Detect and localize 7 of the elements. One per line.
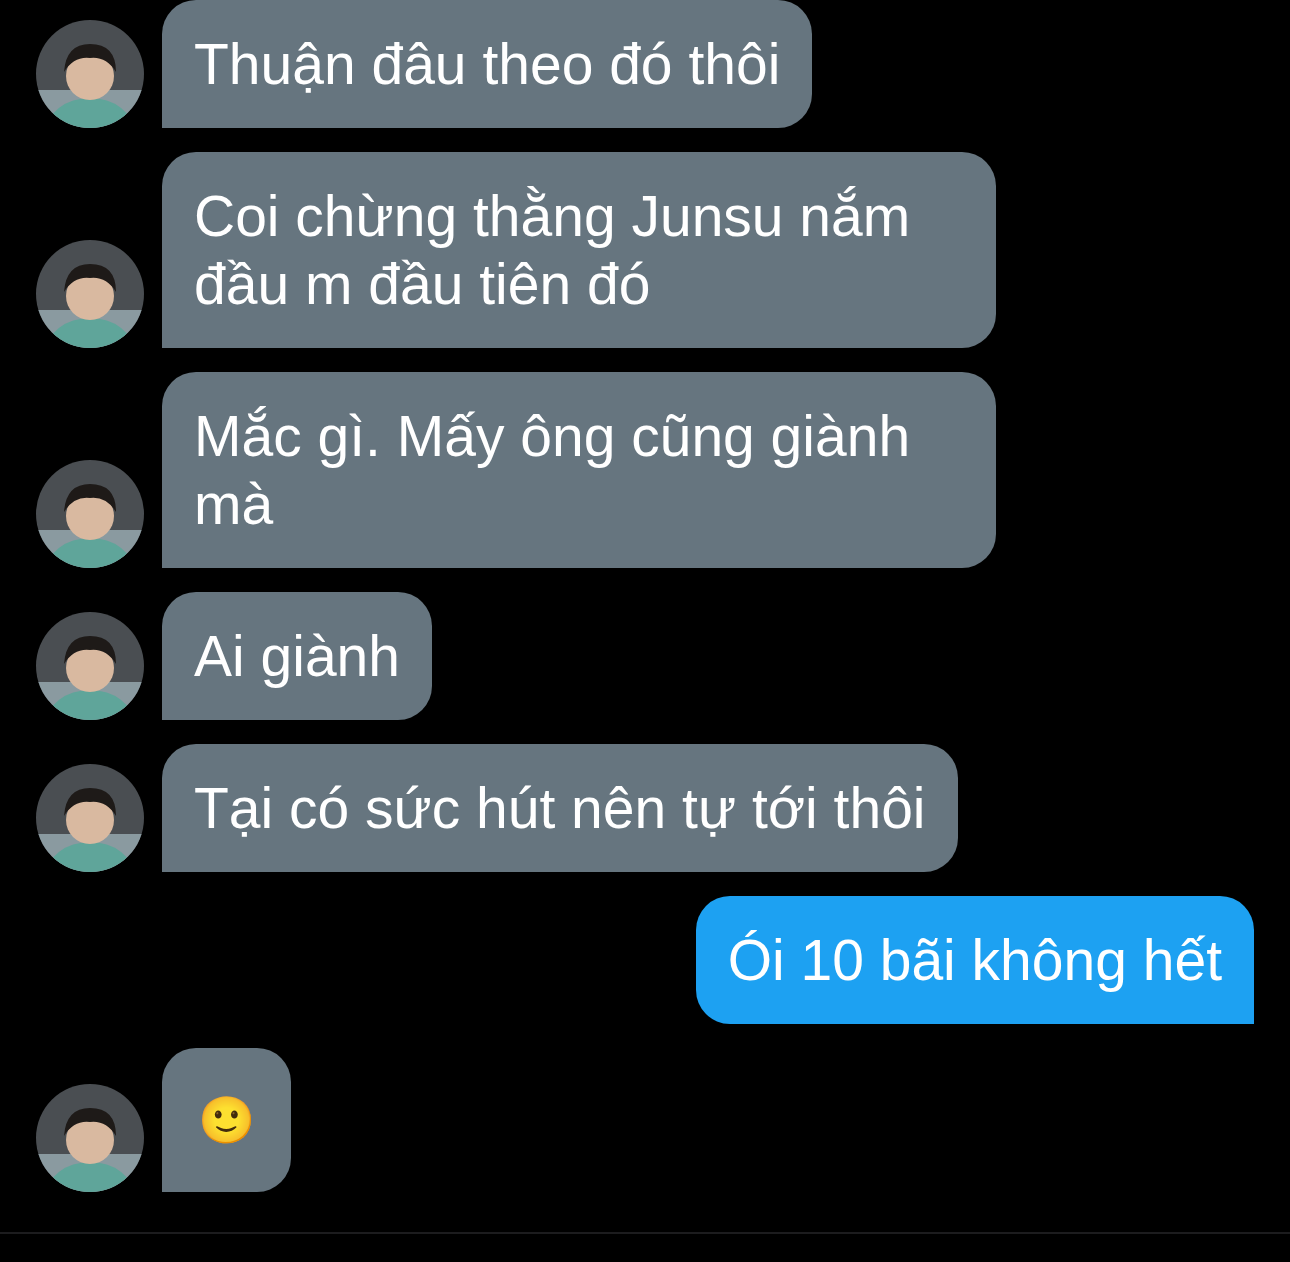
sent-message: Ói 10 bãi không hết (695, 896, 1254, 1024)
emoji-message: 🙂 (162, 1048, 291, 1192)
received-message: Thuận đâu theo đó thôi (162, 0, 813, 128)
received-message: Mắc gì. Mấy ông cũng giành mà (162, 372, 996, 568)
received-message: Coi chừng thằng Junsu nắm đầu m đầu tiên đó (162, 152, 996, 348)
received-message: Ai giành (162, 592, 432, 720)
received-message: Tại có sức hút nên tự tới thôi (162, 744, 958, 872)
